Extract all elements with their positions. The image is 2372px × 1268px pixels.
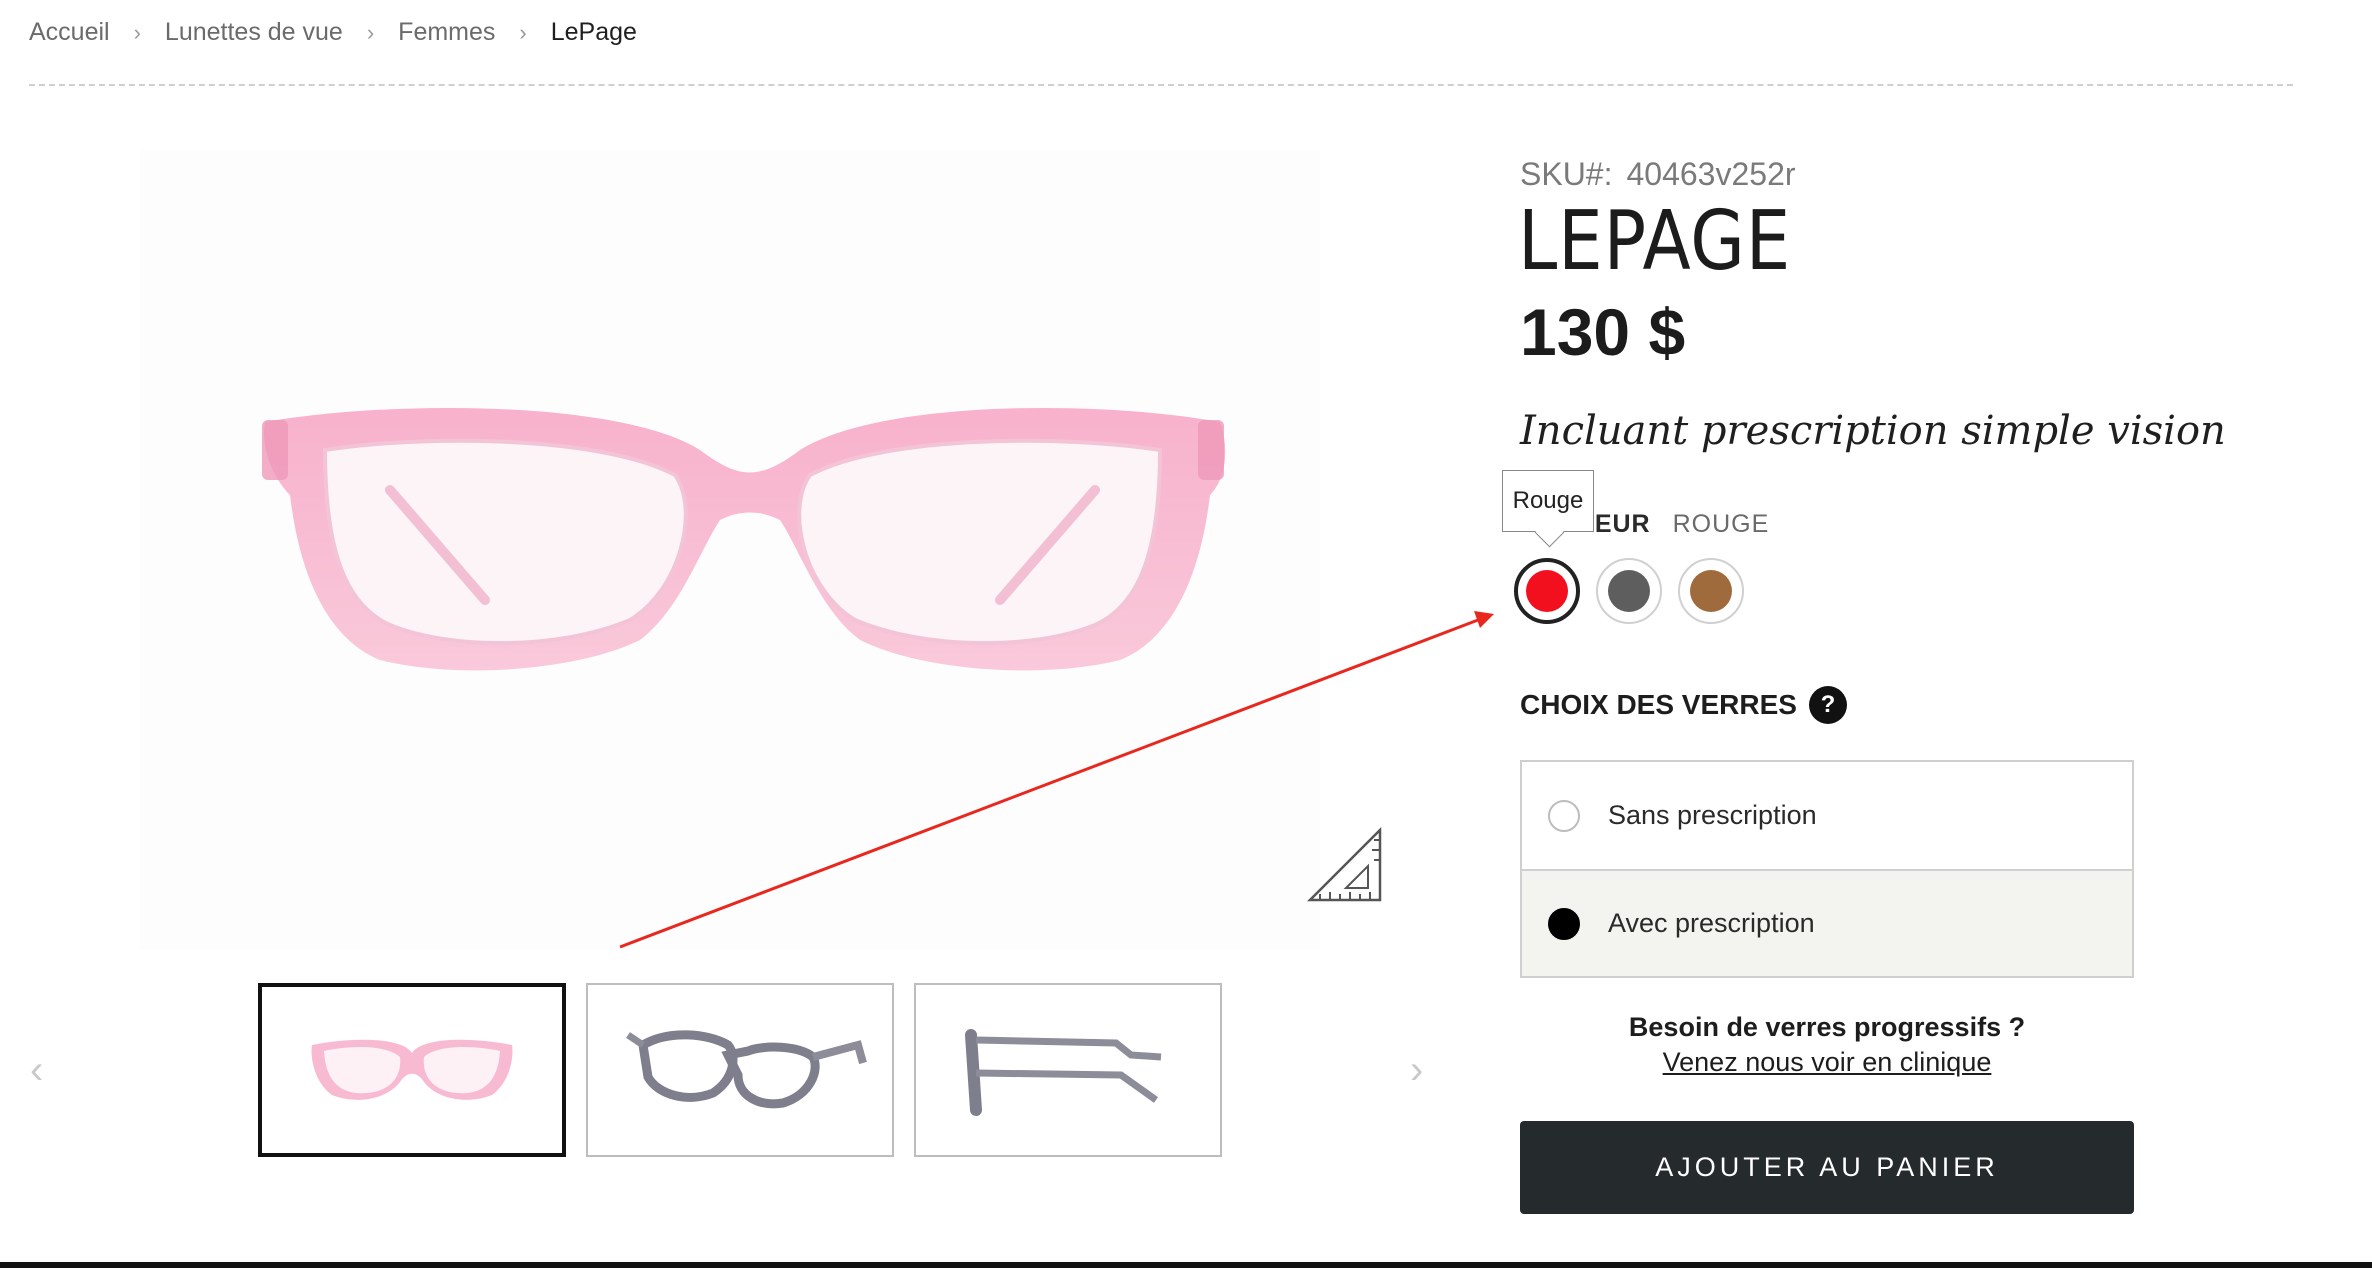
sku-label: SKU#: (1520, 156, 1613, 192)
bottom-bar (0, 1262, 2372, 1268)
breadcrumb-divider (29, 84, 2293, 86)
breadcrumb: Accueil › Lunettes de vue › Femmes › LeP… (29, 18, 637, 47)
radio-without-prescription[interactable] (1548, 799, 1580, 832)
progressive-lenses-block: Besoin de verres progressifs ? Venez nou… (1520, 1012, 2134, 1078)
gallery-next-arrow[interactable]: › (1410, 1048, 1423, 1093)
breadcrumb-eyeglasses[interactable]: Lunettes de vue (165, 18, 343, 47)
progressive-question: Besoin de verres progressifs ? (1628, 1012, 2026, 1042)
ruler-icon[interactable] (1306, 826, 1384, 904)
swatch-red[interactable] (1514, 558, 1580, 624)
breadcrumb-separator: › (519, 19, 527, 45)
product-title: LEPAGE (1518, 194, 1792, 289)
breadcrumb-separator: › (366, 19, 375, 45)
lens-choice-title: CHOIX DES VERRES (1520, 689, 1797, 720)
breadcrumb-current: LePage (550, 18, 637, 46)
thumbnail-side-image (965, 1029, 1162, 1116)
thumbnail-angled-image (626, 1030, 867, 1109)
swatch-red-dot (1526, 570, 1568, 612)
swatch-brown[interactable] (1678, 558, 1744, 624)
swatch-brown-dot (1690, 570, 1732, 612)
thumbnail-side[interactable] (914, 983, 1222, 1157)
swatch-gray-dot (1608, 570, 1650, 612)
product-price: 130 $ (1520, 295, 1686, 369)
option-with-prescription-label: Avec prescription (1608, 908, 1815, 938)
prescription-tagline: Incluant prescription simple vision (1520, 408, 2226, 454)
breadcrumb-home[interactable]: Accueil (29, 18, 110, 47)
thumbnail-front[interactable] (258, 983, 566, 1157)
main-product-image (140, 150, 1320, 950)
radio-with-prescription[interactable] (1548, 907, 1580, 940)
option-without-prescription-label: Sans prescription (1608, 800, 1817, 830)
thumbnail-strip (258, 983, 1222, 1157)
lens-choice-heading: CHOIX DES VERRES ? (1520, 686, 1847, 724)
clinic-link[interactable]: Venez nous voir en clinique (1663, 1047, 1992, 1078)
swatch-gray[interactable] (1596, 558, 1662, 624)
breadcrumb-separator: › (133, 19, 141, 45)
thumbnail-front-image (311, 1039, 513, 1100)
gallery-prev-arrow[interactable]: ‹ (30, 1048, 43, 1093)
option-with-prescription[interactable]: Avec prescription (1522, 869, 2132, 976)
breadcrumb-women[interactable]: Femmes (398, 18, 495, 47)
sku: SKU#: 40463v252r (1520, 156, 1796, 193)
color-value: ROUGE (1672, 510, 1770, 538)
thumbnail-angled[interactable] (586, 983, 894, 1157)
help-icon[interactable]: ? (1808, 686, 1847, 724)
lens-options: Sans prescription Avec prescription (1520, 760, 2134, 978)
color-swatches (1514, 558, 1744, 624)
option-without-prescription[interactable]: Sans prescription (1522, 762, 2132, 869)
sku-value: 40463v252r (1626, 156, 1796, 192)
add-to-cart-button[interactable]: AJOUTER AU PANIER (1520, 1121, 2134, 1214)
color-tooltip: Rouge (1502, 470, 1594, 532)
glasses-front-illustration (262, 407, 1226, 671)
